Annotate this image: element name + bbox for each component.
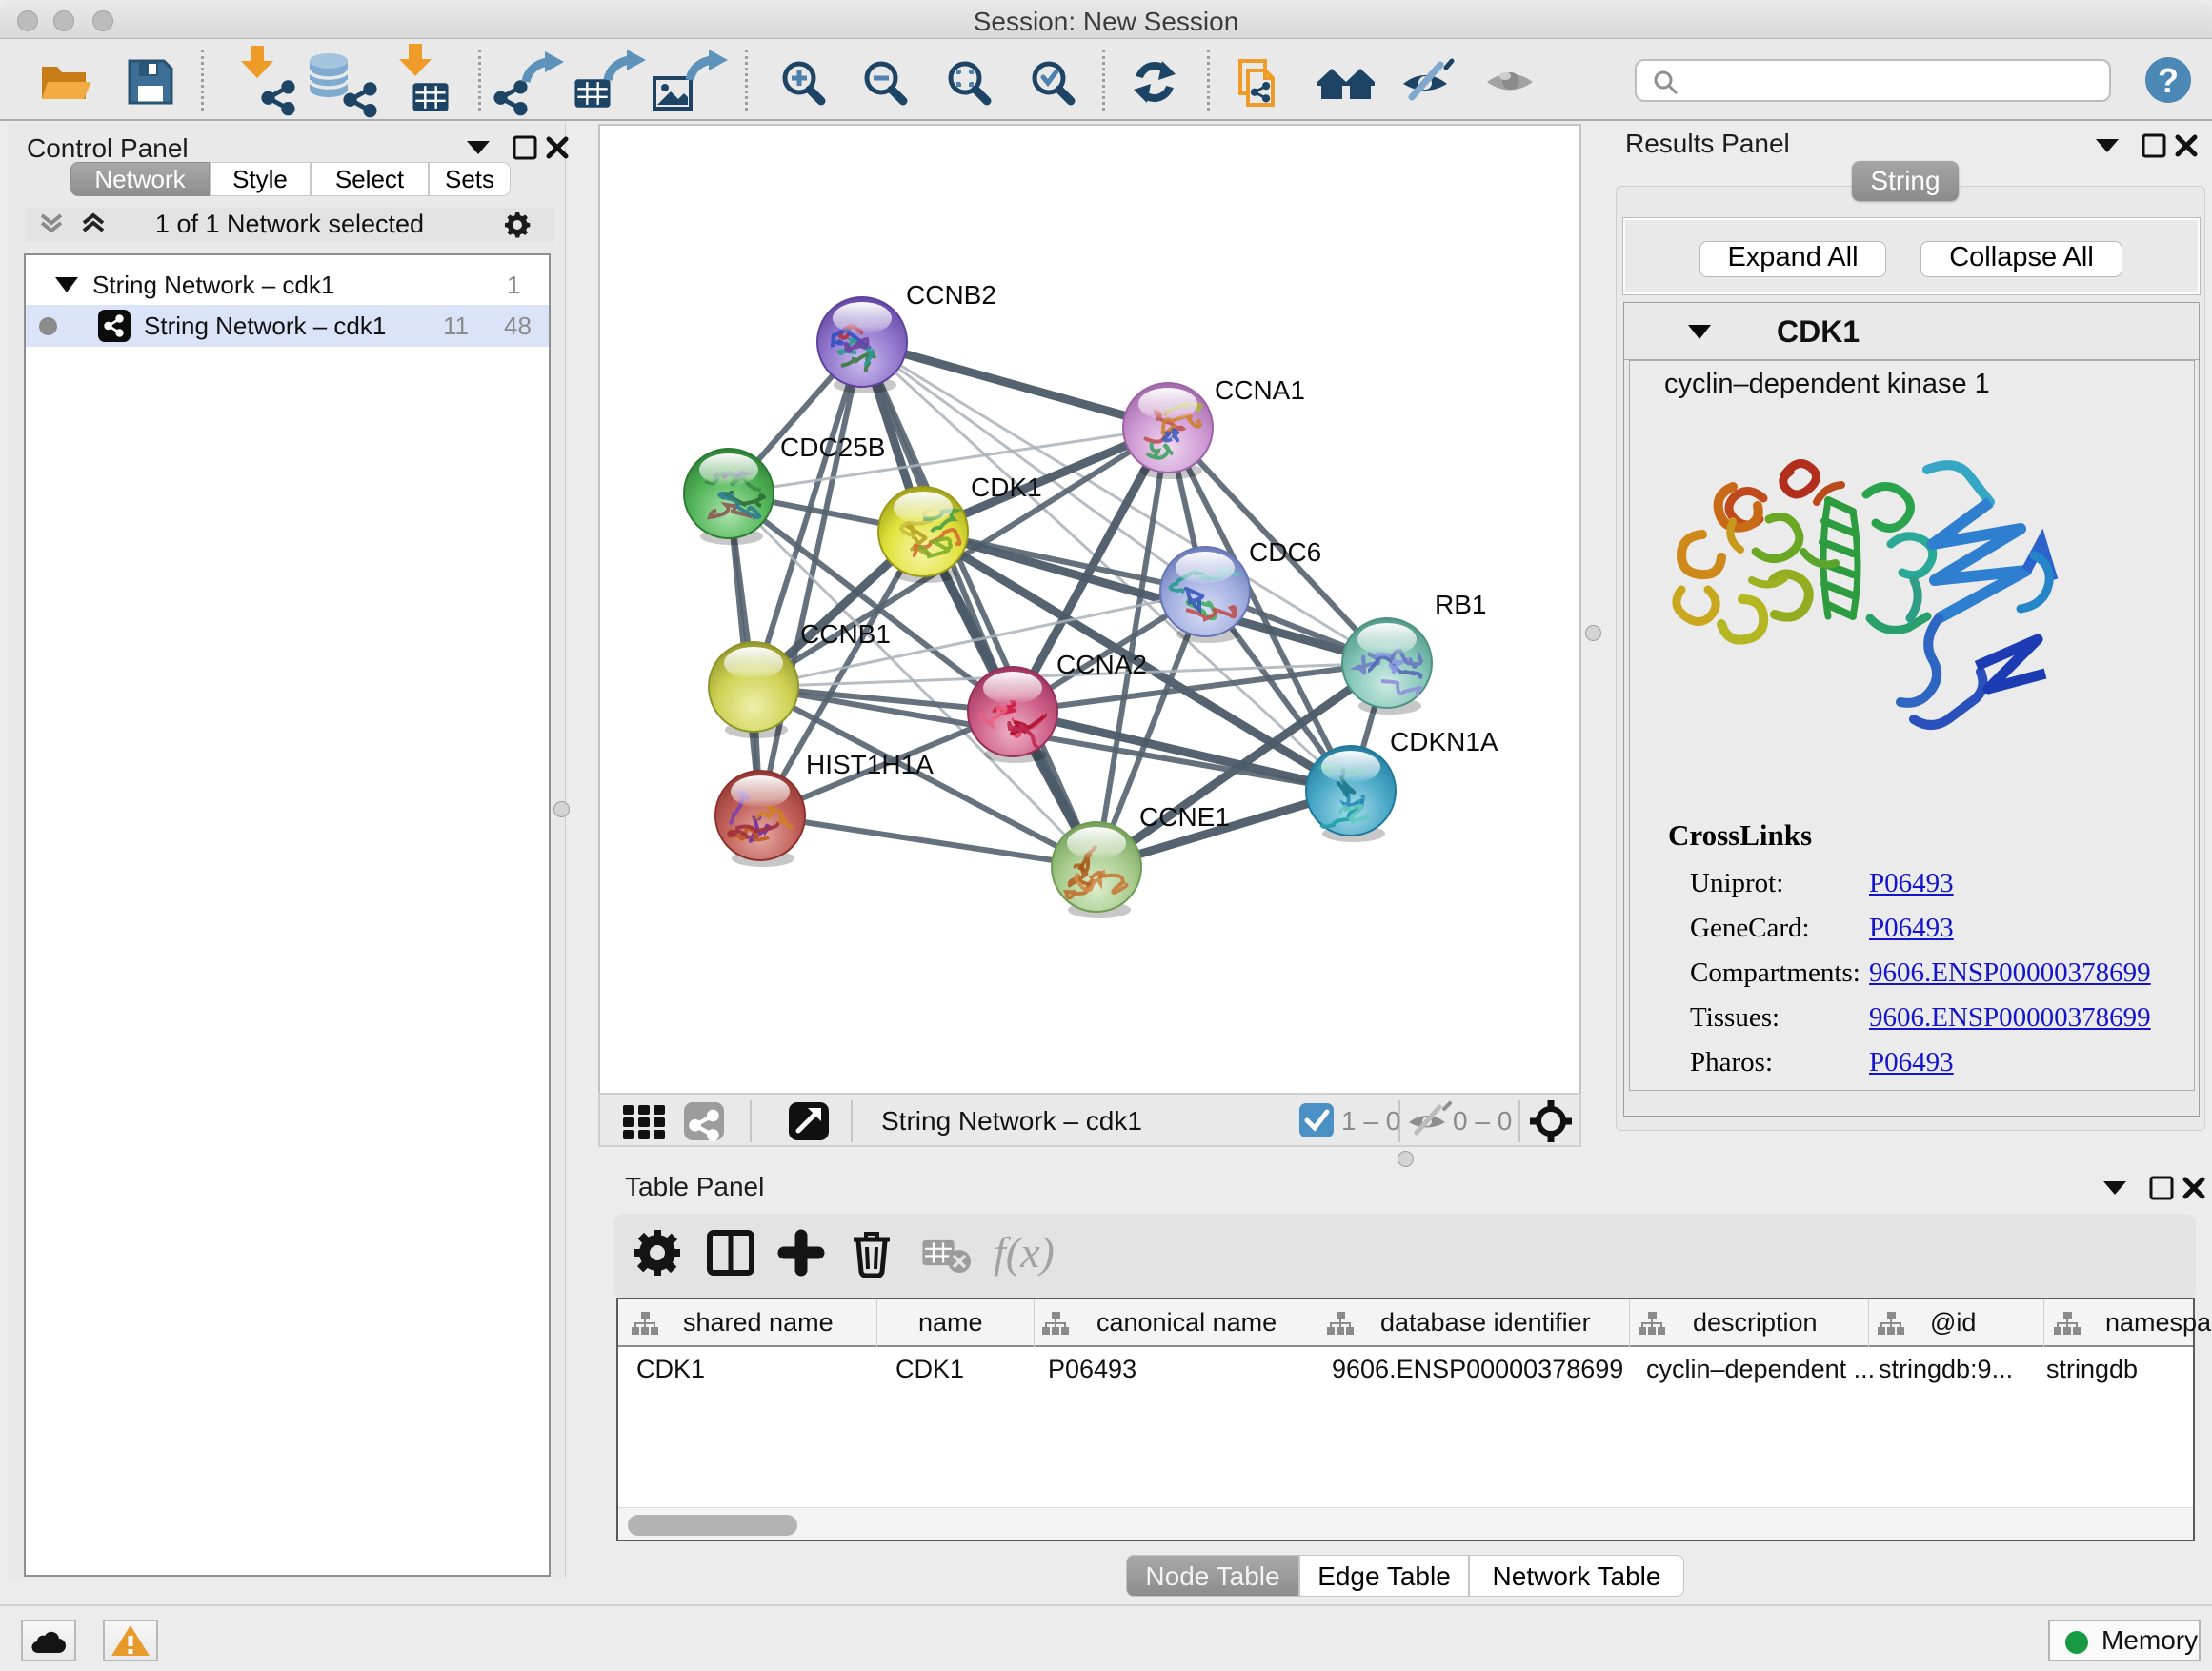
svg-text:?: ? bbox=[2158, 61, 2179, 100]
svg-text:HIST1H1A: HIST1H1A bbox=[806, 750, 934, 779]
svg-text:f(x): f(x) bbox=[994, 1228, 1055, 1277]
svg-text:CCNE1: CCNE1 bbox=[1139, 802, 1230, 832]
svg-text:CCNA1: CCNA1 bbox=[1215, 375, 1305, 405]
svg-text:RB1: RB1 bbox=[1435, 590, 1486, 619]
svg-text:CCNA2: CCNA2 bbox=[1056, 650, 1147, 679]
svg-text:CDC25B: CDC25B bbox=[780, 433, 885, 462]
svg-text:CCNB2: CCNB2 bbox=[906, 280, 996, 310]
svg-text:CCNB1: CCNB1 bbox=[800, 619, 891, 649]
svg-text:CDKN1A: CDKN1A bbox=[1390, 727, 1498, 756]
svg-text:CDK1: CDK1 bbox=[971, 473, 1042, 502]
svg-text:CDC6: CDC6 bbox=[1249, 537, 1321, 567]
